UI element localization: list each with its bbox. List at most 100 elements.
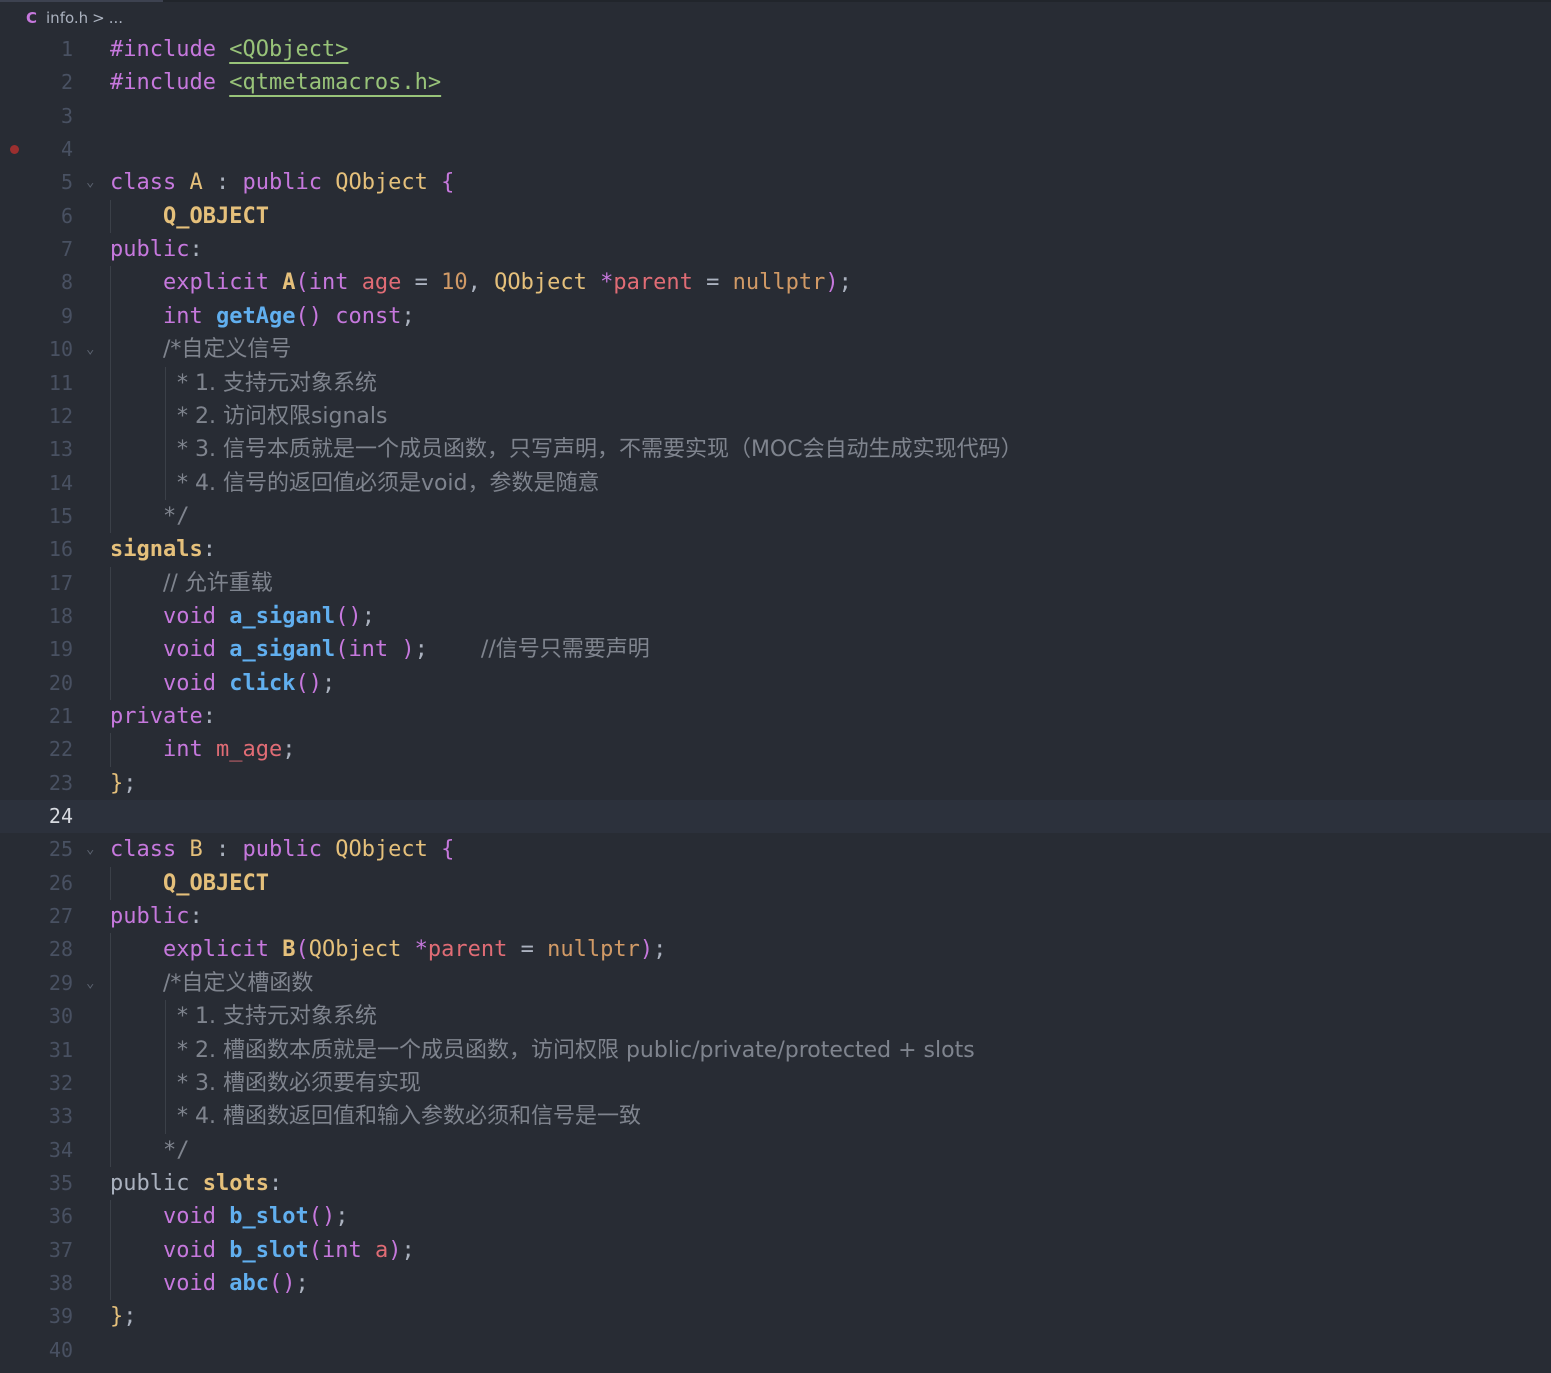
- code-line[interactable]: 6 Q_OBJECT: [0, 200, 1551, 233]
- code-token: int: [162, 737, 216, 763]
- line-number: 2: [60, 70, 73, 95]
- code-line[interactable]: 27 public:: [0, 900, 1551, 933]
- line-number: 10: [48, 337, 73, 362]
- code-line[interactable]: 40: [0, 1334, 1551, 1367]
- code-line[interactable]: 17 // 允许重载: [0, 567, 1551, 600]
- code-line[interactable]: 16 signals:: [0, 533, 1551, 566]
- code-line[interactable]: 4: [0, 133, 1551, 166]
- code-token: (): [335, 603, 362, 629]
- code-token: ;: [414, 637, 481, 663]
- code-line[interactable]: 29 ⌄ /*自定义槽函数: [0, 967, 1551, 1000]
- code-line[interactable]: 28 explicit B(QObject *parent = nullptr)…: [0, 933, 1551, 966]
- code-token: QObject: [335, 837, 442, 863]
- code-line[interactable]: 22 int m_age;: [0, 733, 1551, 766]
- line-number: 19: [48, 637, 73, 662]
- code-token: ;: [401, 303, 415, 329]
- code-line[interactable]: 11 * 1. 支持元对象系统: [0, 367, 1551, 400]
- code-line[interactable]: 21 private:: [0, 700, 1551, 733]
- breadcrumb-bar: C info.h > ...: [0, 0, 1551, 34]
- code-token: (): [268, 1270, 296, 1296]
- code-token: {: [441, 837, 455, 863]
- chevron-right-icon: >: [92, 9, 105, 27]
- code-token: A: [189, 170, 216, 196]
- code-line[interactable]: 14 * 4. 信号的返回值必须是void，参数是随意: [0, 467, 1551, 500]
- code-token: ;: [123, 1304, 137, 1330]
- code-token: Q_OBJECT: [162, 870, 269, 896]
- code-token: explicit: [162, 937, 283, 963]
- code-line[interactable]: 12 * 2. 访问权限signals: [0, 400, 1551, 433]
- line-number: 40: [48, 1337, 73, 1362]
- code-token: =: [414, 270, 442, 296]
- code-line[interactable]: 18 void a_siganl();: [0, 600, 1551, 633]
- code-line[interactable]: 7 public:: [0, 233, 1551, 266]
- line-number: 12: [48, 403, 73, 428]
- code-line[interactable]: 39};: [0, 1300, 1551, 1333]
- code-line[interactable]: 20 void click();: [0, 667, 1551, 700]
- code-token: ): [825, 270, 839, 296]
- code-token: ;: [123, 770, 137, 796]
- code-text: * 2. 访问权限signals: [110, 400, 388, 433]
- code-line[interactable]: 30 * 1. 支持元对象系统: [0, 1000, 1551, 1033]
- breadcrumb: C info.h > ...: [26, 7, 123, 29]
- code-text: */: [110, 500, 190, 533]
- code-token: b_slot: [229, 1204, 309, 1230]
- breadcrumb-symbol-ellipsis[interactable]: ...: [109, 9, 123, 27]
- code-line[interactable]: 33 * 4. 槽函数返回值和输入参数必须和信号是一致: [0, 1100, 1551, 1133]
- code-token: 10: [441, 270, 468, 296]
- code-text: class A : public QObject {: [110, 166, 454, 199]
- code-text: class B : public QObject {: [110, 833, 454, 866]
- code-line[interactable]: 24: [0, 800, 1551, 834]
- code-line[interactable]: 15 */: [0, 500, 1551, 533]
- code-line[interactable]: 37 void b_slot(int a);: [0, 1234, 1551, 1267]
- code-text: */: [110, 1134, 190, 1167]
- code-line[interactable]: 38 void abc();: [0, 1267, 1551, 1300]
- indent-guide: [110, 566, 111, 700]
- fold-chevron-icon[interactable]: ⌄: [86, 967, 94, 1000]
- code-line[interactable]: 3: [0, 100, 1551, 133]
- code-token: ;: [282, 737, 296, 763]
- line-number: 29: [48, 970, 73, 995]
- code-line[interactable]: 35 public slots:: [0, 1167, 1551, 1200]
- code-token: :: [215, 170, 243, 196]
- code-token: void: [162, 1237, 230, 1263]
- line-number: 5: [60, 170, 73, 195]
- code-line[interactable]: 19 void a_siganl(int ); //信号只需要声明: [0, 633, 1551, 666]
- code-line[interactable]: 34 */: [0, 1134, 1551, 1167]
- fold-chevron-icon[interactable]: ⌄: [86, 166, 94, 199]
- code-token: (: [295, 270, 309, 296]
- indent-guide: [110, 1200, 111, 1301]
- code-line[interactable]: 9 int getAge() const;: [0, 300, 1551, 333]
- code-token: <QObject>: [229, 37, 349, 62]
- code-text: // 允许重载: [110, 567, 273, 600]
- code-line[interactable]: 8 explicit A(int age = 10, QObject *pare…: [0, 266, 1551, 299]
- code-token: a_siganl: [229, 603, 336, 629]
- code-token: getAge: [215, 303, 296, 329]
- code-token: (: [308, 1237, 322, 1263]
- code-line[interactable]: 23};: [0, 767, 1551, 800]
- code-line[interactable]: 2 #include <qtmetamacros.h>: [0, 66, 1551, 99]
- code-line[interactable]: 1 #include <QObject>: [0, 33, 1551, 66]
- code-token: QObject: [335, 170, 442, 196]
- code-line[interactable]: 10 ⌄ /*自定义信号: [0, 333, 1551, 366]
- code-line[interactable]: 13 * 3. 信号本质就是一个成员函数，只写声明，不需要实现（MOC会自动生成…: [0, 433, 1551, 466]
- indent-guide: [110, 266, 111, 534]
- fold-chevron-icon[interactable]: ⌄: [86, 833, 94, 866]
- code-line[interactable]: 31 * 2. 槽函数本质就是一个成员函数，访问权限 public/privat…: [0, 1034, 1551, 1067]
- code-token: #include: [110, 70, 230, 96]
- code-line[interactable]: 26 Q_OBJECT: [0, 867, 1551, 900]
- code-line[interactable]: 36 void b_slot();: [0, 1200, 1551, 1233]
- code-line[interactable]: 32 * 3. 槽函数必须要有实现: [0, 1067, 1551, 1100]
- breadcrumb-file[interactable]: info.h: [46, 9, 88, 27]
- code-line[interactable]: 5 ⌄ class A : public QObject {: [0, 166, 1551, 199]
- code-line[interactable]: 25 ⌄ class B : public QObject {: [0, 833, 1551, 866]
- fold-chevron-icon[interactable]: ⌄: [86, 333, 94, 366]
- code-editor[interactable]: 1 #include <QObject> 2 #include <qtmetamacr…: [0, 34, 1551, 1373]
